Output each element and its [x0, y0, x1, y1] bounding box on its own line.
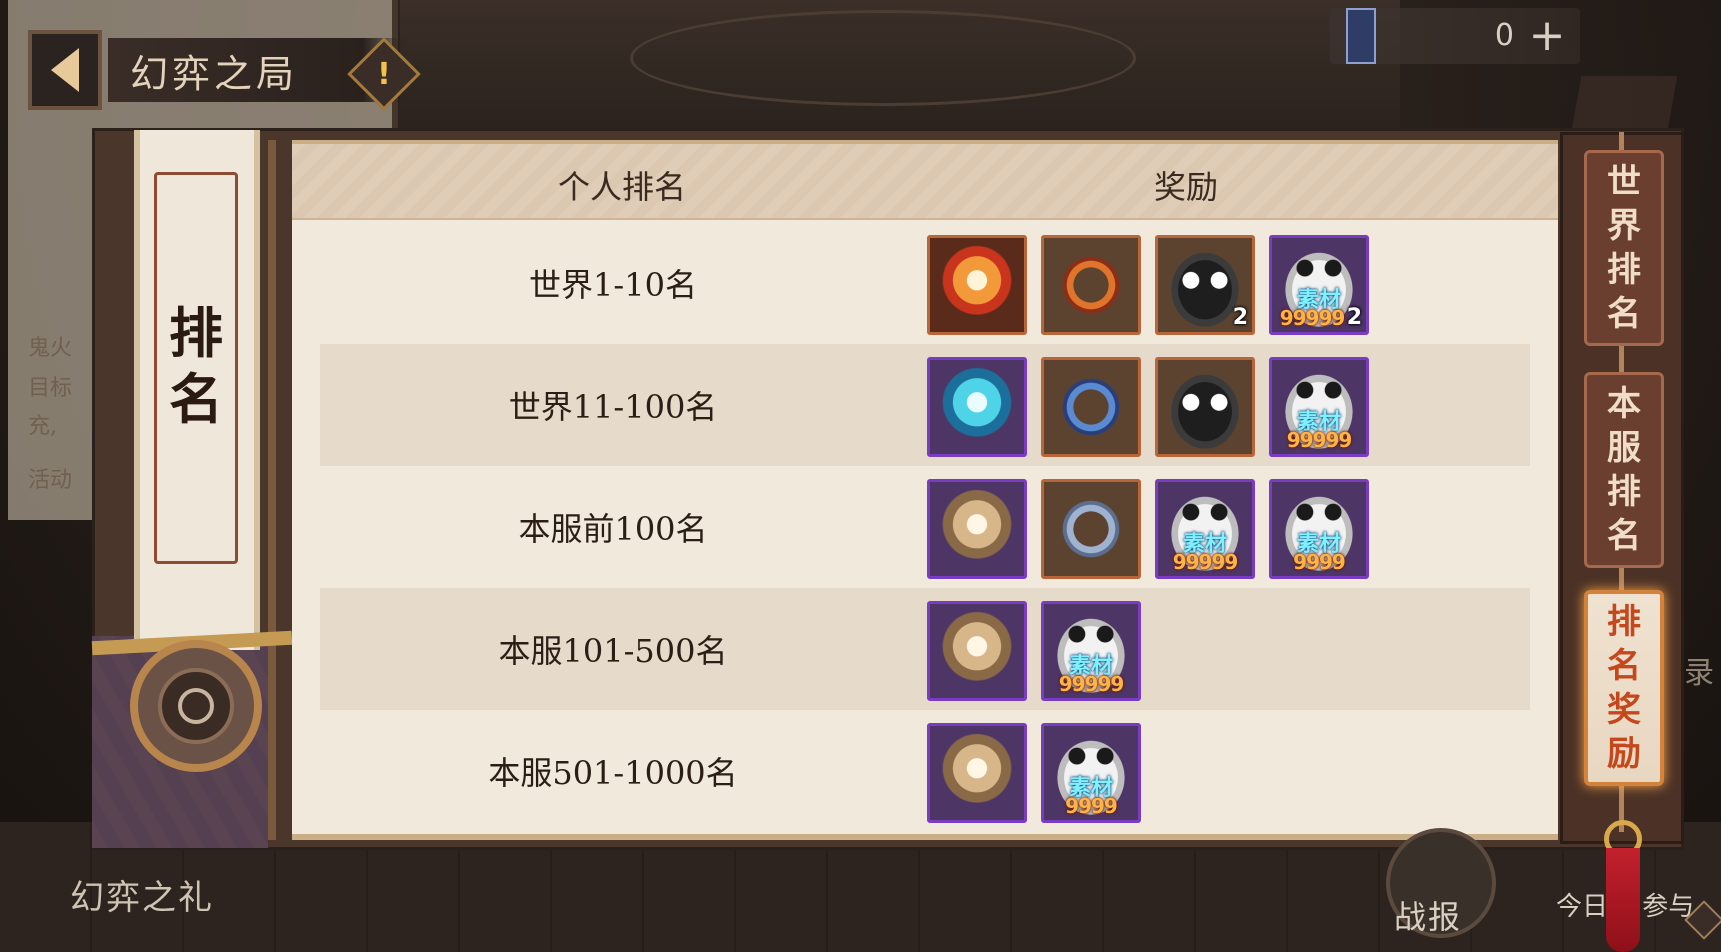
reward-item[interactable]: 素材 99999 [1041, 601, 1141, 701]
background-hall [400, 0, 1400, 140]
today-label: 今日 [1556, 892, 1609, 922]
gold-crest-icon [930, 604, 1024, 698]
rank-range-label: 世界1-10名 [529, 266, 697, 304]
rank-range-label: 本服501-1000名 [488, 754, 738, 792]
blue-ring-frame-icon [1044, 360, 1138, 454]
column-header-rank: 个人排名 [558, 168, 687, 206]
crest-icon [158, 668, 234, 744]
fire-crest-icon [930, 238, 1024, 332]
add-currency-button[interactable]: + [1526, 14, 1568, 58]
reward-item[interactable] [927, 357, 1027, 457]
background-side-text: 充, [28, 414, 57, 439]
table-row: 本服501-1000名 素材 9999 [320, 710, 1530, 832]
reward-item[interactable] [927, 601, 1027, 701]
currency-bar: 0 + [1330, 8, 1580, 64]
tab-label: 世界排名 [1607, 162, 1641, 334]
bottom-gift-label[interactable]: 幻弈之礼 [70, 870, 214, 919]
rank-range-label: 本服前100名 [518, 510, 708, 548]
banner-title: 排名 [169, 301, 223, 431]
reward-list: 2 素材 99999 2 [927, 235, 1369, 335]
table-row: 世界1-10名 2 素材 99999 2 [320, 222, 1530, 344]
reward-list: 素材 99999 素材 9999 [927, 479, 1369, 579]
rank-range-label: 世界11-100名 [508, 388, 718, 426]
reward-item[interactable]: 素材 9999 [1041, 723, 1141, 823]
material-amount: 9999 [1065, 794, 1118, 818]
table-row: 本服前100名 素材 99999 素材 9999 [320, 466, 1530, 588]
tab-ranking-rewards[interactable]: 排名奖励 [1584, 590, 1664, 786]
tab-label: 排名奖励 [1607, 602, 1641, 774]
today-participation-label: 今日 参与 [1556, 886, 1694, 923]
material-amount: 99999 [1172, 550, 1239, 574]
reward-item[interactable] [1041, 357, 1141, 457]
reward-list: 素材 99999 [927, 601, 1141, 701]
fire-ring-frame-icon [1044, 238, 1138, 332]
currency-value: 0 [1494, 18, 1514, 53]
reward-list: 素材 9999 [927, 723, 1141, 823]
tab-label: 本服排名 [1607, 384, 1641, 556]
background-side-text: 鬼火 [28, 336, 73, 361]
ticket-icon [1346, 8, 1376, 64]
background-side-text: 活动 [28, 468, 73, 493]
material-amount: 9999 [1293, 550, 1346, 574]
rank-range-label: 本服101-500名 [498, 632, 728, 670]
reward-item[interactable] [927, 235, 1027, 335]
background-rank-tab [1570, 76, 1678, 136]
reward-item[interactable] [1155, 357, 1255, 457]
gold-crest-icon [930, 482, 1024, 576]
material-amount: 99999 [1058, 672, 1125, 696]
reward-item[interactable]: 2 [1155, 235, 1255, 335]
daruma-black-icon [1158, 360, 1252, 454]
reward-item[interactable] [1041, 479, 1141, 579]
column-header-reward: 奖励 [1154, 168, 1219, 206]
back-button[interactable] [28, 30, 102, 110]
reward-item[interactable]: 素材 99999 2 [1269, 235, 1369, 335]
reward-item[interactable]: 素材 9999 [1269, 479, 1369, 579]
silver-ring-frame-icon [1044, 482, 1138, 576]
table-row: 本服101-500名 素材 99999 [320, 588, 1530, 710]
reward-item[interactable]: 素材 99999 [1155, 479, 1255, 579]
peacock-crest-icon [930, 360, 1024, 454]
table-row: 世界11-100名 素材 99999 [320, 344, 1530, 466]
background-side-text: 目标 [28, 376, 73, 401]
gold-crest-icon [930, 726, 1024, 820]
battle-report-label: 战报 [1394, 898, 1463, 936]
chevron-left-icon [51, 48, 79, 92]
reward-item[interactable]: 素材 99999 [1269, 357, 1369, 457]
background-edge-text: 录 [1684, 656, 1714, 691]
tab-world-ranking[interactable]: 世界排名 [1584, 150, 1664, 346]
tab-server-ranking[interactable]: 本服排名 [1584, 372, 1664, 568]
rewards-table: 个人排名 奖励 世界1-10名 2 素材 99999 2 世界11-100名 素材 99999… [292, 140, 1558, 840]
reward-item[interactable] [1041, 235, 1141, 335]
reward-quantity: 2 [1346, 305, 1362, 330]
material-amount: 99999 [1286, 428, 1353, 452]
reward-quantity: 2 [1232, 305, 1248, 330]
table-header: 个人排名 奖励 [292, 144, 1558, 220]
banner-rod [268, 140, 276, 840]
reward-list: 素材 99999 [927, 357, 1369, 457]
reward-item[interactable] [927, 723, 1027, 823]
reward-item[interactable] [927, 479, 1027, 579]
exclamation-icon: ! [377, 56, 391, 92]
